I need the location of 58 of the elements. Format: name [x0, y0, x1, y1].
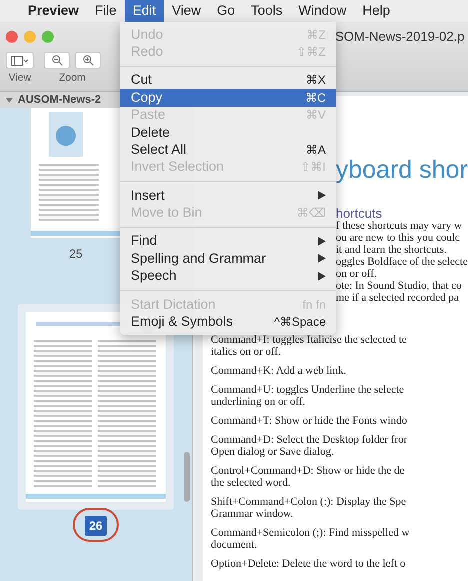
menu-bar-item[interactable]: Help: [354, 0, 398, 22]
text-line: italics on or off.: [211, 346, 282, 358]
menu-bar-item[interactable]: View: [164, 0, 210, 22]
menu-item[interactable]: Emoji & Symbols ^⌘Space: [120, 313, 336, 331]
page-number: 26: [85, 516, 107, 536]
maximize-button[interactable]: [42, 31, 54, 43]
text-line: f these shortcuts may vary w: [336, 220, 464, 232]
document-heading: yboard shor: [336, 156, 468, 184]
text-line: Command+T: Show or hide the Fonts windo: [211, 415, 408, 427]
zoom-in-button[interactable]: [75, 52, 101, 69]
text-line: Command+D: Select the Desktop folder fror: [211, 434, 409, 446]
text-line: Open dialog or Save dialog.: [211, 446, 336, 458]
text-line: Shift+Command+Colon (:): Display the Spe: [211, 496, 408, 508]
text-line: Grammar window.: [211, 508, 294, 520]
text-line: underlining on or off.: [211, 396, 307, 408]
zoom-out-button[interactable]: [44, 52, 70, 69]
toolbar-label: View: [8, 71, 32, 86]
zoom-in-icon: [82, 55, 94, 66]
document-subheading: hortcuts: [336, 208, 384, 220]
text-line: Control+Command+D: Show or hide the de: [211, 465, 406, 477]
menu-item[interactable]: Select All ⌘A: [120, 141, 336, 159]
text-line: oggles Boldface of the selecte: [336, 256, 468, 268]
text-line: ote: In Sound Studio, that co: [336, 280, 463, 292]
text-line: Option+Delete: Delete the word to the left o: [211, 558, 407, 570]
menu-item[interactable]: Delete: [120, 124, 336, 142]
close-button[interactable]: [6, 31, 18, 43]
disclosure-down-icon[interactable]: [6, 96, 13, 104]
minimize-button[interactable]: [24, 31, 36, 43]
menu-bar-item[interactable]: File: [87, 0, 125, 22]
menu-item[interactable]: Find: [120, 232, 336, 250]
text-line: it and learn the shortcuts.: [336, 244, 448, 256]
menu-bar-item[interactable]: Window: [290, 0, 355, 22]
text-line: Command+U: toggles Underline the selecte: [211, 384, 406, 396]
text-line: ou are new to this you coulc: [336, 232, 462, 244]
sidebar-toggle-button[interactable]: [6, 52, 34, 69]
text-line: on or off.: [336, 268, 378, 280]
page-number: 25: [68, 246, 84, 263]
text-line: document.: [211, 539, 258, 551]
toolbar-label: Zoom: [59, 71, 86, 86]
menu-item[interactable]: Speech: [120, 268, 336, 286]
text-line: the selected word.: [211, 477, 292, 489]
menu-bar-item[interactable]: Go: [209, 0, 244, 22]
menu-bar-item[interactable]: Edit: [124, 0, 164, 22]
text-line: Command+I: toggles Italicise the selected te: [211, 334, 408, 346]
text-line: Command+Semicolon (;): Find misspelled w: [211, 527, 411, 539]
scroll-thumb[interactable]: [184, 452, 190, 502]
page-thumbnail-drawing[interactable]: [31, 108, 121, 238]
zoom-out-icon: [52, 55, 62, 66]
sidebar-icon: [11, 56, 29, 66]
menu-item[interactable]: Spelling and Grammar: [120, 250, 336, 268]
text-line: Command+K: Add a web link.: [211, 365, 348, 377]
menu-item[interactable]: Insert: [120, 187, 336, 205]
menu-item[interactable]: Cut ⌘X: [120, 72, 336, 90]
menu-bar-item[interactable]: Tools: [243, 0, 291, 22]
menu-bar-item[interactable]: Preview: [20, 0, 88, 22]
page-thumbnail-drawing[interactable]: [26, 312, 166, 502]
text-line: me if a selected recorded pa: [336, 292, 460, 304]
menu-item[interactable]: Copy ⌘C: [120, 89, 336, 107]
